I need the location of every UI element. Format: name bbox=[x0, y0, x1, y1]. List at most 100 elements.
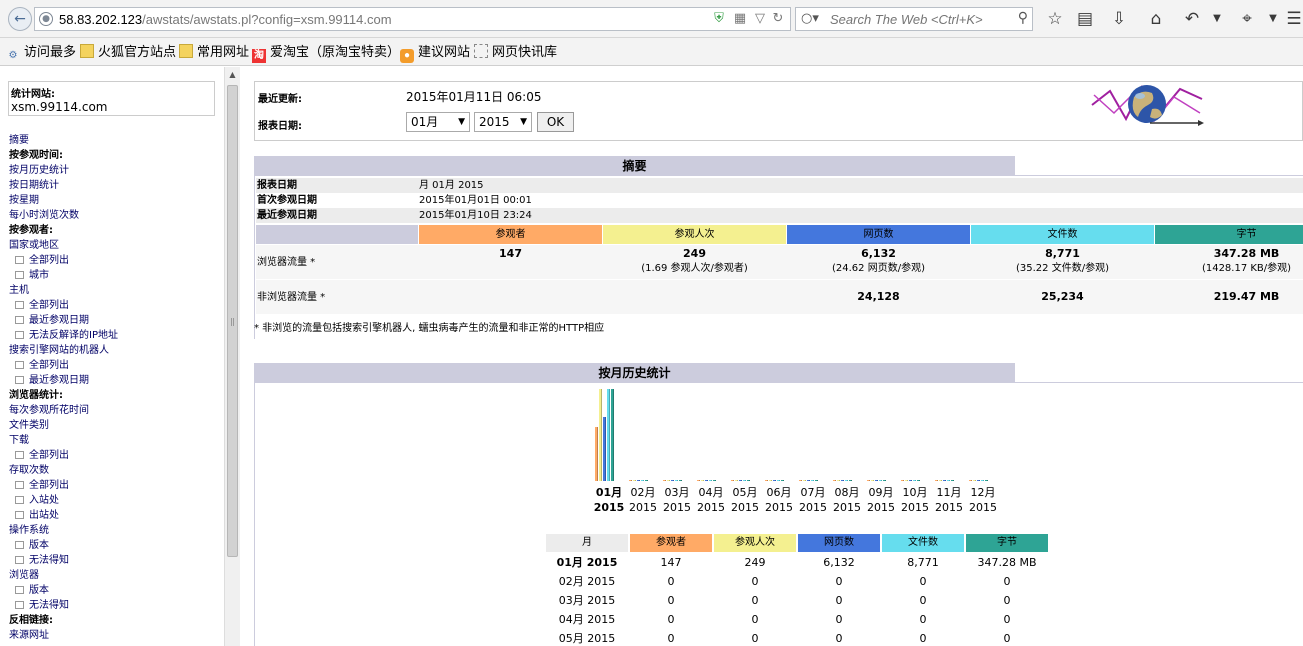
left-frame-scrollbar[interactable]: ▲ bbox=[224, 67, 240, 646]
menu-link[interactable]: 文件类别 bbox=[9, 418, 219, 433]
address-bar[interactable]: ● 58.83.202.123/awstats/awstats.pl?confi… bbox=[34, 7, 791, 31]
menu-label[interactable]: 操作系统 bbox=[9, 525, 49, 536]
bookmark-firefox-official[interactable]: 火狐官方站点 bbox=[80, 44, 176, 62]
menu-link[interactable]: 城市 bbox=[9, 268, 219, 283]
menu-link[interactable]: 版本 bbox=[9, 583, 219, 598]
menu-link[interactable]: 全部列出 bbox=[9, 358, 219, 373]
bookmark-common-sites[interactable]: 常用网址 bbox=[179, 44, 249, 62]
menu-link[interactable]: 最近参观日期 bbox=[9, 373, 219, 388]
menu-label[interactable]: 无法得知 bbox=[29, 555, 69, 566]
menu-icon[interactable]: ☰ bbox=[1283, 8, 1303, 30]
dropdown-icon[interactable]: ▽ bbox=[752, 11, 768, 27]
menu-label[interactable]: 版本 bbox=[29, 585, 49, 596]
scroll-up-arrow-icon[interactable]: ▲ bbox=[225, 67, 240, 83]
menu-link[interactable]: 无法得知 bbox=[9, 553, 219, 568]
menu-label[interactable]: 摘要 bbox=[9, 135, 29, 146]
menu-label[interactable]: 出站处 bbox=[29, 510, 59, 521]
ok-button[interactable]: OK bbox=[537, 112, 574, 132]
history-bar bbox=[909, 480, 912, 481]
menu-link[interactable]: 版本 bbox=[9, 538, 219, 553]
menu-link[interactable]: 无法反解译的IP地址 bbox=[9, 328, 219, 343]
first-visit-value: 2015年01月01日 00:01 bbox=[419, 195, 532, 206]
menu-label[interactable]: 全部列出 bbox=[29, 255, 69, 266]
menu-link[interactable]: 出站处 bbox=[9, 508, 219, 523]
menu-label[interactable]: 无法得知 bbox=[29, 600, 69, 611]
menu-label[interactable]: 文件类别 bbox=[9, 420, 49, 431]
qr-code-icon[interactable]: ▦ bbox=[732, 11, 748, 27]
menu-link[interactable]: 每小时浏览次数 bbox=[9, 208, 219, 223]
menu-link[interactable]: 按星期 bbox=[9, 193, 219, 208]
menu-link[interactable]: 每次参观所花时间 bbox=[9, 403, 219, 418]
scrollbar-thumb[interactable] bbox=[227, 85, 238, 557]
menu-link[interactable]: 来源网址 bbox=[9, 628, 219, 643]
menu-label[interactable]: 全部列出 bbox=[29, 360, 69, 371]
bookmark-suggested-sites[interactable]: ● 建议网站 bbox=[400, 44, 470, 63]
menu-label[interactable]: 全部列出 bbox=[29, 300, 69, 311]
menu-link[interactable]: 全部列出 bbox=[9, 298, 219, 313]
search-icon[interactable]: ⚲ bbox=[1018, 10, 1028, 26]
history-table-cell: 0 bbox=[667, 575, 675, 588]
search-input[interactable] bbox=[830, 11, 1020, 28]
history-table-cell: 0 bbox=[667, 632, 675, 645]
menu-label[interactable]: 按日期统计 bbox=[9, 180, 59, 191]
menu-link[interactable]: 摘要 bbox=[9, 133, 219, 148]
menu-label[interactable]: 国家或地区 bbox=[9, 240, 59, 251]
search-engine-icon[interactable]: ○▾ bbox=[801, 11, 819, 26]
month-label: 03月 2015 bbox=[663, 486, 691, 514]
menu-link[interactable]: 搜索引擎网站的机器人 bbox=[9, 343, 219, 358]
menu-link[interactable]: 下载 bbox=[9, 433, 219, 448]
menu-link[interactable]: 存取次数 bbox=[9, 463, 219, 478]
menu-label[interactable]: 无法反解译的IP地址 bbox=[29, 330, 118, 341]
menu-link[interactable]: 国家或地区 bbox=[9, 238, 219, 253]
menu-link[interactable]: 全部列出 bbox=[9, 478, 219, 493]
menu-label[interactable]: 下载 bbox=[9, 435, 29, 446]
reload-icon[interactable]: ↻ bbox=[770, 11, 786, 27]
menu-link[interactable]: 按月历史统计 bbox=[9, 163, 219, 178]
menu-link[interactable]: 最近参观日期 bbox=[9, 313, 219, 328]
menu-link[interactable]: 入站处 bbox=[9, 493, 219, 508]
url-text[interactable]: 58.83.202.123/awstats/awstats.pl?config=… bbox=[59, 12, 392, 27]
shield-icon[interactable]: ⛨ bbox=[711, 11, 727, 27]
menu-label[interactable]: 按月历史统计 bbox=[9, 165, 69, 176]
menu-link[interactable]: 全部列出 bbox=[9, 448, 219, 463]
menu-label[interactable]: 浏览器 bbox=[9, 570, 39, 581]
crop-icon[interactable]: ⌖ bbox=[1236, 8, 1258, 30]
menu-link[interactable]: 操作系统 bbox=[9, 523, 219, 538]
menu-label[interactable]: 全部列出 bbox=[29, 480, 69, 491]
menu-label[interactable]: 存取次数 bbox=[9, 465, 49, 476]
bookmark-taobao[interactable]: 淘爱淘宝（原淘宝特卖） bbox=[252, 44, 400, 63]
year-select[interactable]: 2015 ▼ bbox=[474, 112, 532, 132]
menu-label[interactable]: 城市 bbox=[29, 270, 49, 281]
undo-icon[interactable]: ↶ bbox=[1181, 8, 1203, 30]
home-icon[interactable]: ⌂ bbox=[1145, 8, 1167, 30]
menu-label[interactable]: 搜索引擎网站的机器人 bbox=[9, 345, 109, 356]
month-select[interactable]: 01月 ▼ bbox=[406, 112, 470, 132]
back-button[interactable]: ← bbox=[8, 7, 32, 31]
menu-label[interactable]: 来源网址 bbox=[9, 630, 49, 641]
chevron-down-icon[interactable]: ▼ bbox=[1206, 8, 1228, 30]
menu-label[interactable]: 全部列出 bbox=[29, 450, 69, 461]
menu-link[interactable]: 浏览器 bbox=[9, 568, 219, 583]
menu-link[interactable]: 全部列出 bbox=[9, 253, 219, 268]
bookmark-web-slices[interactable]: 网页快讯库 bbox=[474, 44, 557, 62]
menu-label[interactable]: 主机 bbox=[9, 285, 29, 296]
star-icon[interactable]: ☆ bbox=[1044, 8, 1066, 30]
download-icon[interactable]: ⇩ bbox=[1108, 8, 1130, 30]
summary-column-header: 网页数 bbox=[787, 225, 970, 244]
history-table-header: 网页数 bbox=[798, 534, 880, 552]
chevron-down-icon[interactable]: ▼ bbox=[1262, 8, 1284, 30]
bookmark-most-visited[interactable]: ⚙ 访问最多 bbox=[6, 44, 77, 62]
menu-link[interactable]: 无法得知 bbox=[9, 598, 219, 613]
menu-label[interactable]: 版本 bbox=[29, 540, 49, 551]
reading-list-icon[interactable]: ▤ bbox=[1074, 8, 1096, 30]
menu-link[interactable]: 按日期统计 bbox=[9, 178, 219, 193]
menu-label[interactable]: 每次参观所花时间 bbox=[9, 405, 89, 416]
menu-label[interactable]: 每小时浏览次数 bbox=[9, 210, 79, 221]
menu-label[interactable]: 按星期 bbox=[9, 195, 39, 206]
menu-label[interactable]: 最近参观日期 bbox=[29, 315, 89, 326]
search-bar[interactable]: ○▾ ⚲ bbox=[795, 7, 1033, 31]
history-table-cell: 0 bbox=[835, 575, 843, 588]
menu-label[interactable]: 入站处 bbox=[29, 495, 59, 506]
menu-link[interactable]: 主机 bbox=[9, 283, 219, 298]
menu-label[interactable]: 最近参观日期 bbox=[29, 375, 89, 386]
